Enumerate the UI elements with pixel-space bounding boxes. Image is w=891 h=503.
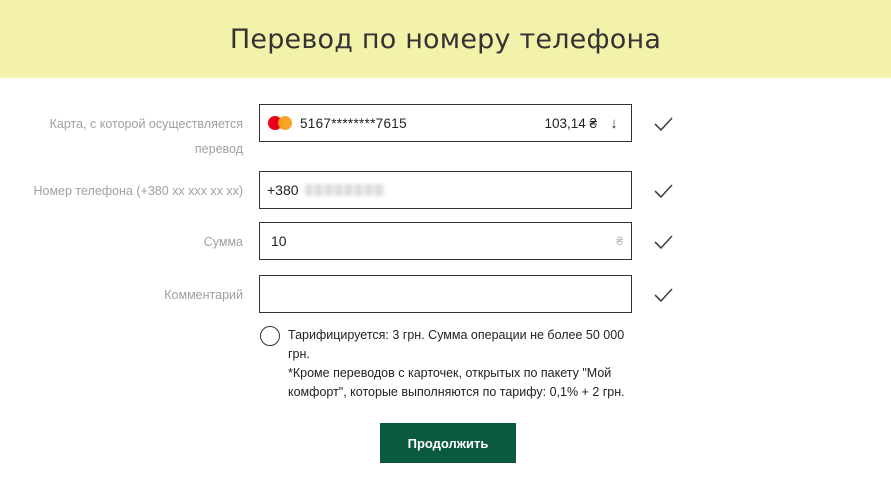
- fee-agree-radio[interactable]: [260, 326, 280, 346]
- page-header: Перевод по номеру телефона: [0, 0, 891, 78]
- card-select[interactable]: 5167********7615 103,14 ₴ ↓: [259, 104, 632, 142]
- amount-value: 10: [271, 233, 287, 249]
- continue-button[interactable]: Продолжить: [380, 423, 516, 463]
- currency-symbol: ₴: [616, 234, 623, 248]
- phone-label: Номер телефона (+380 xx xxx xx xx): [33, 184, 243, 198]
- fee-note: Тарифицируется: 3 грн. Сумма операции не…: [288, 326, 633, 402]
- amount-input[interactable]: 10 ₴: [259, 222, 632, 260]
- page-title: Перевод по номеру телефона: [229, 23, 662, 55]
- phone-number-redacted: [304, 184, 385, 196]
- comment-input[interactable]: [259, 275, 632, 313]
- card-label: Карта, с которой осуществляется перевод: [49, 117, 243, 156]
- fee-note-line1: Тарифицируется: 3 грн. Сумма операции не…: [288, 328, 625, 361]
- amount-label: Сумма: [203, 235, 243, 249]
- card-number: 5167********7615: [300, 115, 407, 131]
- arrow-down-icon[interactable]: ↓: [597, 115, 631, 132]
- check-icon: [654, 184, 673, 199]
- fee-note-line2: *Кроме переводов с карточек, открытых по…: [288, 366, 625, 399]
- check-icon: [654, 117, 673, 132]
- phone-prefix: +380: [267, 182, 299, 198]
- mastercard-icon: [268, 116, 294, 130]
- check-icon: [654, 235, 673, 250]
- comment-label: Комментарий: [164, 288, 243, 302]
- card-balance: 103,14 ₴: [544, 115, 597, 131]
- check-icon: [654, 288, 673, 303]
- phone-input[interactable]: +380: [259, 171, 632, 209]
